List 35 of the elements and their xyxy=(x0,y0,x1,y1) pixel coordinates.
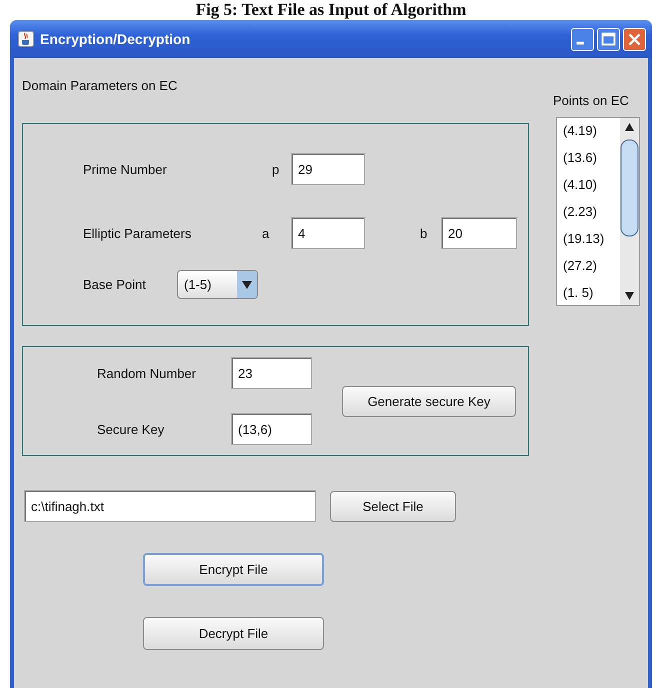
field-label: Random Number xyxy=(97,366,197,380)
input-field[interactable]: 23 xyxy=(231,357,312,389)
coffee-cup-icon xyxy=(18,31,34,47)
close-button[interactable] xyxy=(623,28,646,50)
section-heading: Domain Parameters on EC xyxy=(22,78,178,94)
input-field[interactable]: (13,6) xyxy=(231,413,312,445)
action-button[interactable]: Decrypt File xyxy=(143,617,324,650)
list-item[interactable]: (19.13) xyxy=(563,229,604,256)
list-heading: Points on EC xyxy=(553,93,629,109)
maximize-button[interactable] xyxy=(597,28,620,50)
minimize-button[interactable] xyxy=(571,28,594,50)
input-field[interactable]: 29 xyxy=(291,153,365,185)
field-label: Base Point xyxy=(83,277,147,292)
input-field[interactable]: 20 xyxy=(441,217,517,249)
list-item[interactable]: (2.23) xyxy=(563,202,597,229)
window-title: Encryption/Decryption xyxy=(40,31,192,47)
file-path-field[interactable]: c:\tifinagh.txt xyxy=(24,490,316,522)
list-item[interactable]: (27.2) xyxy=(563,256,597,283)
scrollbar[interactable] xyxy=(620,118,639,305)
list-item[interactable]: (4.10) xyxy=(563,175,597,202)
select-file-button[interactable]: Select File xyxy=(330,490,456,522)
variable-label: b xyxy=(420,226,428,240)
variable-label: a xyxy=(262,226,270,240)
base-point-dropdown[interactable]: (1-5) xyxy=(177,270,258,299)
field-label: Secure Key xyxy=(97,422,166,436)
list-item[interactable]: (4.19) xyxy=(563,121,597,148)
list-item[interactable]: (13.6) xyxy=(563,148,597,175)
generate-key-button[interactable]: Generate secure Key xyxy=(342,386,516,416)
list-item[interactable]: (1. 5) xyxy=(563,283,594,305)
variable-label: p xyxy=(272,162,280,176)
field-label: Elliptic Parameters xyxy=(83,226,192,240)
field-label: Prime Number xyxy=(83,162,168,176)
figure-caption: Fig 5: Text File as Input of Algorithm xyxy=(194,0,468,20)
input-field[interactable]: 4 xyxy=(291,217,365,249)
action-button[interactable]: Encrypt File xyxy=(143,553,324,586)
